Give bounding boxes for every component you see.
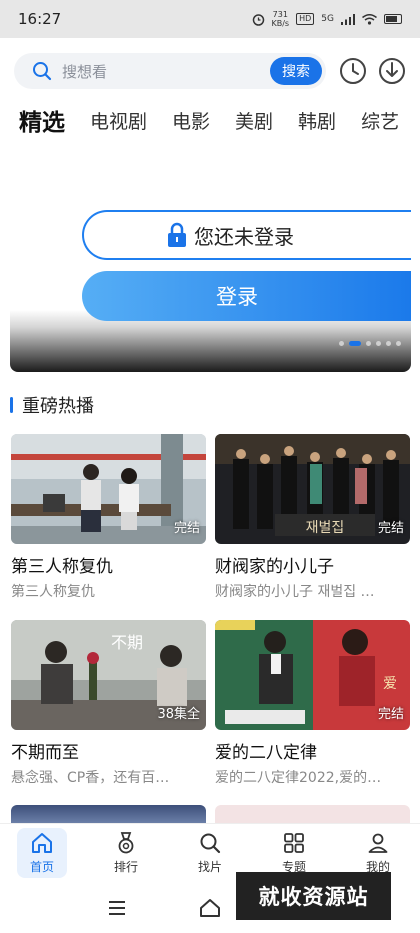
status-time: 16:27 (18, 10, 62, 28)
status-icons: 731 KB/s HD 5G (252, 10, 402, 28)
banner-carousel[interactable]: 您还未登录 登录 (10, 150, 411, 372)
signal-bars-icon (341, 13, 355, 25)
download-icon[interactable] (377, 56, 407, 86)
video-card[interactable]: 不期 38集全 不期而至 悬念强、CP香，还有百… (11, 620, 206, 787)
category-tabs: 精选 电视剧 电影 美剧 韩剧 综艺 (0, 100, 420, 140)
section-heading: 重磅热播 (10, 394, 94, 417)
episode-badge: 38集全 (157, 707, 200, 722)
svg-text:爱: 爱 (383, 676, 397, 692)
medal-icon (118, 831, 134, 853)
wifi-icon (362, 13, 377, 25)
net-speed-unit: KB/s (271, 19, 290, 28)
network-type: 5G (321, 14, 334, 24)
tab-variety[interactable]: 综艺 (361, 107, 399, 134)
video-thumbnail[interactable]: 재벌집 完结 (215, 434, 410, 544)
search-icon (33, 62, 52, 81)
video-card[interactable]: 爱 完结 爱的二八定律 爱的二八定律2022,爱的… (215, 620, 410, 787)
section-accent-bar (10, 397, 13, 413)
svg-text:재벌집: 재벌집 (306, 520, 345, 536)
card-title[interactable]: 财阀家的小儿子 (215, 552, 410, 577)
video-card[interactable]: 完结 第三人称复仇 第三人称复仇 (11, 434, 206, 601)
carousel-dot[interactable] (339, 341, 344, 346)
episode-badge: 完结 (377, 707, 404, 722)
carousel-dot[interactable] (386, 341, 391, 346)
card-subtitle: 财阀家的小儿子 재벌집 … (215, 584, 375, 600)
video-thumbnail[interactable]: 完结 (11, 434, 206, 544)
card-title[interactable]: 不期而至 (11, 738, 206, 763)
login-status-box: 您还未登录 (82, 210, 411, 260)
app-screen: 16:27 731 KB/s HD 5G 搜想看 搜索 精选 电视剧 电影 美剧… (0, 0, 420, 933)
tab-movies[interactable]: 电影 (172, 107, 210, 134)
tab-us-drama[interactable]: 美剧 (235, 107, 273, 134)
alarm-icon (252, 13, 264, 26)
card-subtitle: 第三人称复仇 (11, 584, 95, 600)
history-clock-icon[interactable] (338, 56, 368, 86)
hd-badge: HD (296, 13, 315, 25)
grid-icon (284, 832, 304, 853)
menu-icon[interactable] (105, 896, 129, 920)
carousel-dots (339, 341, 401, 346)
watermark: 就收资源站 (236, 872, 391, 920)
card-title[interactable]: 爱的二八定律 (215, 738, 410, 763)
lock-icon (168, 222, 186, 247)
battery-icon (384, 14, 402, 24)
card-subtitle: 悬念强、CP香，还有百… (11, 770, 170, 786)
next-card-thumbnail-peek (11, 805, 206, 823)
tab-featured[interactable]: 精选 (19, 103, 65, 137)
nav-ranking-label: 排行 (113, 859, 138, 874)
svg-text:不期: 不期 (111, 633, 143, 652)
nav-discover-label: 找片 (197, 859, 222, 874)
carousel-dot[interactable] (376, 341, 381, 346)
login-status-text: 您还未登录 (194, 224, 294, 249)
video-thumbnail[interactable]: 爱 完结 (215, 620, 410, 730)
card-title[interactable]: 第三人称复仇 (11, 552, 206, 577)
home-outline-icon[interactable] (198, 896, 222, 920)
nav-home[interactable]: 首页 (0, 824, 84, 881)
search-icon (200, 833, 221, 853)
tab-tv-series[interactable]: 电视剧 (90, 107, 147, 134)
episode-badge: 完结 (377, 521, 404, 536)
status-bar: 16:27 731 KB/s HD 5G (0, 0, 420, 38)
section-title: 重磅热播 (22, 396, 94, 417)
episode-badge: 完结 (173, 521, 200, 536)
next-card-thumbnail-peek (215, 805, 410, 823)
search-button[interactable]: 搜索 (270, 57, 322, 85)
nav-home-highlight: 首页 (17, 827, 67, 878)
tab-korean-drama[interactable]: 韩剧 (298, 107, 336, 134)
card-subtitle: 爱的二八定律2022,爱的… (215, 770, 382, 786)
nav-ranking[interactable]: 排行 (84, 824, 168, 881)
carousel-dot[interactable] (366, 341, 371, 346)
carousel-dot[interactable] (396, 341, 401, 346)
search-bar[interactable]: 搜想看 搜索 (14, 53, 326, 89)
home-icon (32, 832, 52, 853)
login-button[interactable]: 登录 (82, 271, 411, 321)
carousel-dot[interactable] (349, 341, 361, 346)
net-speed: 731 KB/s (272, 10, 290, 28)
search-placeholder: 搜想看 (62, 62, 108, 81)
net-speed-value: 731 (272, 10, 288, 19)
nav-home-label: 首页 (29, 859, 54, 874)
video-thumbnail[interactable]: 不期 38集全 (11, 620, 206, 730)
user-icon (368, 833, 388, 853)
video-card[interactable]: 재벌집 完结 财阀家的小儿子 财阀家的小儿子 재벌집 … (215, 434, 410, 601)
